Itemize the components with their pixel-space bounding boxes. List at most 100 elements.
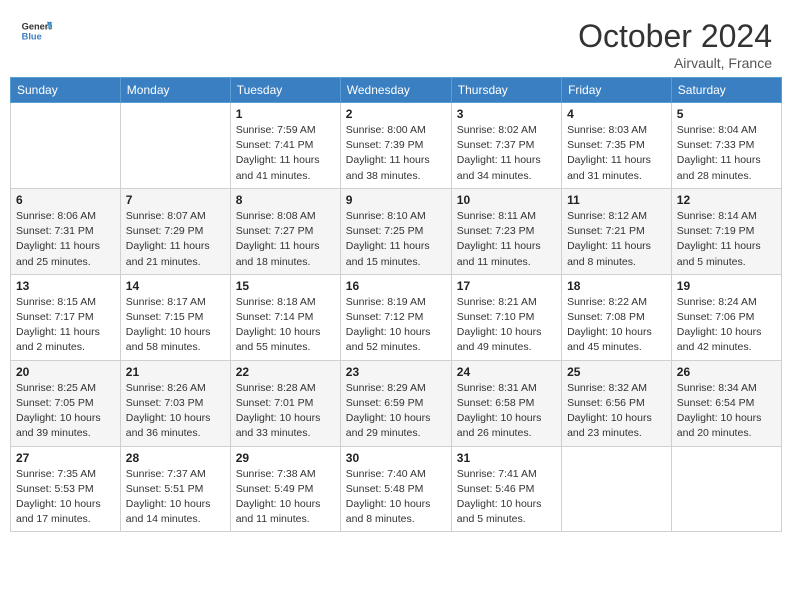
calendar-cell: 30Sunrise: 7:40 AMSunset: 5:48 PMDayligh… — [340, 446, 451, 532]
calendar-cell: 17Sunrise: 8:21 AMSunset: 7:10 PMDayligh… — [451, 274, 561, 360]
day-number: 16 — [346, 279, 446, 293]
day-number: 12 — [677, 193, 776, 207]
weekday-header: Saturday — [671, 78, 781, 103]
weekday-header: Tuesday — [230, 78, 340, 103]
day-info: Sunrise: 8:22 AMSunset: 7:08 PMDaylight:… — [567, 295, 666, 356]
logo-icon: General Blue — [20, 18, 52, 46]
location: Airvault, France — [578, 55, 772, 71]
calendar-table: SundayMondayTuesdayWednesdayThursdayFrid… — [10, 77, 782, 532]
day-number: 31 — [457, 451, 556, 465]
calendar-cell: 12 Sunrise: 8:14 AMSunset: 7:19 PMDayligh… — [671, 188, 781, 274]
calendar-cell: 20 Sunrise: 8:25 AMSunset: 7:05 PMDayligh… — [11, 360, 121, 446]
calendar-cell: 5 Sunrise: 8:04 AMSunset: 7:33 PMDaylight… — [671, 103, 781, 189]
day-number: 11 — [567, 193, 666, 207]
day-info: Sunrise: 8:04 AMSunset: 7:33 PMDaylight:… — [677, 123, 776, 184]
calendar-cell: 11 Sunrise: 8:12 AMSunset: 7:21 PMDayligh… — [562, 188, 672, 274]
day-number: 10 — [457, 193, 556, 207]
day-info: Sunrise: 8:07 AMSunset: 7:29 PMDaylight:… — [126, 209, 225, 270]
day-info: Sunrise: 8:00 AMSunset: 7:39 PMDaylight:… — [346, 123, 446, 184]
day-number: 29 — [236, 451, 335, 465]
calendar-cell: 18 Sunrise: 8:22 AMSunset: 7:08 PMDayligh… — [562, 274, 672, 360]
month-title: October 2024 — [578, 18, 772, 55]
calendar-cell: 8Sunrise: 8:08 AMSunset: 7:27 PMDaylight… — [230, 188, 340, 274]
calendar-cell: 22 Sunrise: 8:28 AMSunset: 7:01 PMDayligh… — [230, 360, 340, 446]
day-number: 5 — [677, 107, 776, 121]
day-info: Sunrise: 8:12 AMSunset: 7:21 PMDaylight:… — [567, 209, 666, 270]
day-number: 20 — [16, 365, 115, 379]
day-number: 13 — [16, 279, 115, 293]
weekday-header: Wednesday — [340, 78, 451, 103]
day-info: Sunrise: 7:41 AMSunset: 5:46 PMDaylight:… — [457, 467, 556, 528]
day-info: Sunrise: 8:02 AMSunset: 7:37 PMDaylight:… — [457, 123, 556, 184]
day-number: 27 — [16, 451, 115, 465]
day-info: Sunrise: 8:03 AMSunset: 7:35 PMDaylight:… — [567, 123, 666, 184]
day-info: Sunrise: 8:10 AMSunset: 7:25 PMDaylight:… — [346, 209, 446, 270]
calendar-cell: 24 Sunrise: 8:31 AMSunset: 6:58 PMDayligh… — [451, 360, 561, 446]
day-number: 18 — [567, 279, 666, 293]
weekday-header: Friday — [562, 78, 672, 103]
calendar-cell — [671, 446, 781, 532]
day-info: Sunrise: 8:25 AMSunset: 7:05 PMDaylight:… — [16, 381, 115, 442]
calendar-cell: 16 Sunrise: 8:19 AMSunset: 7:12 PMDayligh… — [340, 274, 451, 360]
day-number: 17 — [457, 279, 556, 293]
day-number: 2 — [346, 107, 446, 121]
calendar-cell — [120, 103, 230, 189]
day-number: 30 — [346, 451, 446, 465]
calendar-week-row: 13 Sunrise: 8:15 AMSunset: 7:17 PMDayligh… — [11, 274, 782, 360]
calendar-cell: 26 Sunrise: 8:34 AMSunset: 6:54 PMDayligh… — [671, 360, 781, 446]
calendar-cell: 29Sunrise: 7:38 AMSunset: 5:49 PMDayligh… — [230, 446, 340, 532]
day-info: Sunrise: 8:34 AMSunset: 6:54 PMDaylight:… — [677, 381, 776, 442]
day-number: 7 — [126, 193, 225, 207]
svg-text:Blue: Blue — [22, 32, 42, 42]
day-info: Sunrise: 8:08 AMSunset: 7:27 PMDaylight:… — [236, 209, 335, 270]
calendar-week-row: 20 Sunrise: 8:25 AMSunset: 7:05 PMDayligh… — [11, 360, 782, 446]
calendar-cell: 28Sunrise: 7:37 AMSunset: 5:51 PMDayligh… — [120, 446, 230, 532]
calendar-cell: 10 Sunrise: 8:11 AMSunset: 7:23 PMDayligh… — [451, 188, 561, 274]
day-info: Sunrise: 8:17 AMSunset: 7:15 PMDaylight:… — [126, 295, 225, 356]
calendar-cell: 1Sunrise: 7:59 AMSunset: 7:41 PMDaylight… — [230, 103, 340, 189]
day-info: Sunrise: 8:19 AMSunset: 7:12 PMDaylight:… — [346, 295, 446, 356]
calendar-cell: 31 Sunrise: 7:41 AMSunset: 5:46 PMDayligh… — [451, 446, 561, 532]
day-number: 15 — [236, 279, 335, 293]
day-number: 21 — [126, 365, 225, 379]
day-number: 24 — [457, 365, 556, 379]
day-info: Sunrise: 7:37 AMSunset: 5:51 PMDaylight:… — [126, 467, 225, 528]
calendar-cell — [11, 103, 121, 189]
calendar-cell: 6Sunrise: 8:06 AMSunset: 7:31 PMDaylight… — [11, 188, 121, 274]
day-info: Sunrise: 7:59 AMSunset: 7:41 PMDaylight:… — [236, 123, 335, 184]
calendar-cell: 23 Sunrise: 8:29 AMSunset: 6:59 PMDayligh… — [340, 360, 451, 446]
day-number: 4 — [567, 107, 666, 121]
calendar-cell: 15Sunrise: 8:18 AMSunset: 7:14 PMDayligh… — [230, 274, 340, 360]
day-info: Sunrise: 8:06 AMSunset: 7:31 PMDaylight:… — [16, 209, 115, 270]
weekday-header: Monday — [120, 78, 230, 103]
calendar-cell: 14 Sunrise: 8:17 AMSunset: 7:15 PMDayligh… — [120, 274, 230, 360]
day-number: 26 — [677, 365, 776, 379]
weekday-header-row: SundayMondayTuesdayWednesdayThursdayFrid… — [11, 78, 782, 103]
day-info: Sunrise: 7:35 AMSunset: 5:53 PMDaylight:… — [16, 467, 115, 528]
calendar-cell: 2 Sunrise: 8:00 AMSunset: 7:39 PMDaylight… — [340, 103, 451, 189]
day-info: Sunrise: 8:26 AMSunset: 7:03 PMDaylight:… — [126, 381, 225, 442]
day-info: Sunrise: 8:28 AMSunset: 7:01 PMDaylight:… — [236, 381, 335, 442]
day-info: Sunrise: 8:32 AMSunset: 6:56 PMDaylight:… — [567, 381, 666, 442]
logo: General Blue — [20, 18, 52, 46]
calendar-cell: 21 Sunrise: 8:26 AMSunset: 7:03 PMDayligh… — [120, 360, 230, 446]
calendar-cell — [562, 446, 672, 532]
day-info: Sunrise: 8:15 AMSunset: 7:17 PMDaylight:… — [16, 295, 115, 356]
calendar-week-row: 27 Sunrise: 7:35 AMSunset: 5:53 PMDayligh… — [11, 446, 782, 532]
calendar-cell: 4 Sunrise: 8:03 AMSunset: 7:35 PMDaylight… — [562, 103, 672, 189]
day-number: 14 — [126, 279, 225, 293]
weekday-header: Thursday — [451, 78, 561, 103]
calendar-cell: 9 Sunrise: 8:10 AMSunset: 7:25 PMDaylight… — [340, 188, 451, 274]
calendar-cell: 27 Sunrise: 7:35 AMSunset: 5:53 PMDayligh… — [11, 446, 121, 532]
day-info: Sunrise: 8:14 AMSunset: 7:19 PMDaylight:… — [677, 209, 776, 270]
calendar-week-row: 6Sunrise: 8:06 AMSunset: 7:31 PMDaylight… — [11, 188, 782, 274]
day-number: 22 — [236, 365, 335, 379]
day-number: 25 — [567, 365, 666, 379]
day-number: 9 — [346, 193, 446, 207]
day-number: 23 — [346, 365, 446, 379]
day-info: Sunrise: 8:29 AMSunset: 6:59 PMDaylight:… — [346, 381, 446, 442]
day-info: Sunrise: 8:11 AMSunset: 7:23 PMDaylight:… — [457, 209, 556, 270]
title-section: October 2024 Airvault, France — [578, 18, 772, 71]
day-info: Sunrise: 8:31 AMSunset: 6:58 PMDaylight:… — [457, 381, 556, 442]
calendar-week-row: 1Sunrise: 7:59 AMSunset: 7:41 PMDaylight… — [11, 103, 782, 189]
